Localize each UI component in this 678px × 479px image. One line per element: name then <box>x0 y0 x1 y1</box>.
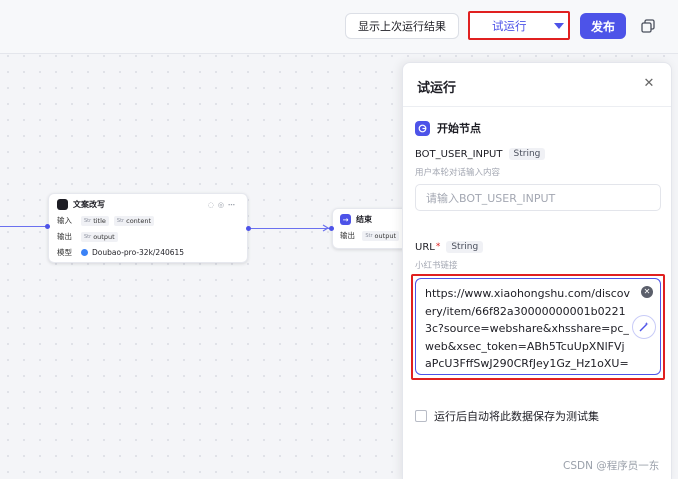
chevron-down-icon[interactable] <box>554 22 564 29</box>
edge-in <box>0 226 47 227</box>
field1-type-badge: String <box>508 148 546 160</box>
field2-name: URL <box>415 241 435 253</box>
start-node-section: 开始节点 <box>415 120 481 136</box>
end-output-label: 输出 <box>340 231 355 240</box>
rewrite-node-title: 文案改写 <box>73 200 105 209</box>
output-tag: Str output <box>81 231 118 242</box>
rewrite-output-port[interactable] <box>246 226 251 231</box>
save-testset-label: 运行后自动将此数据保存为测试集 <box>434 410 599 423</box>
trial-run-panel: 试运行 ✕ 开始节点 BOT_USER_INPUT String 用户本轮对话输… <box>402 62 672 479</box>
rewrite-model-label: 模型 <box>57 248 72 257</box>
url-value: https://www.xiaohongshu.com/discovery/it… <box>425 287 631 370</box>
input-tag-title: Str title <box>81 215 109 226</box>
model-icon <box>81 249 88 256</box>
field1-name: BOT_USER_INPUT <box>415 148 503 160</box>
tag-text: output <box>93 232 115 241</box>
field1-label: BOT_USER_INPUT String <box>415 148 546 160</box>
end-input-port[interactable] <box>329 226 334 231</box>
required-mark: * <box>435 242 441 252</box>
copy-icon[interactable] <box>636 14 660 38</box>
end-node-title: 结束 <box>356 215 372 224</box>
tag-type: Str <box>365 232 373 239</box>
watermark: CSDN @程序员一东 <box>563 460 660 472</box>
tag-type: Str <box>84 233 92 240</box>
url-textarea[interactable]: https://www.xiaohongshu.com/discovery/it… <box>415 278 661 375</box>
start-node-title: 开始节点 <box>437 122 481 135</box>
save-testset-row[interactable]: 运行后自动将此数据保存为测试集 <box>415 408 599 424</box>
tag-text: content <box>126 216 152 225</box>
end-node-icon: → <box>340 214 351 225</box>
rewrite-input-port[interactable] <box>45 224 50 229</box>
clear-icon[interactable]: ✕ <box>641 286 653 298</box>
node-actions-icon[interactable]: ◌◎⋯ <box>208 201 239 209</box>
magic-wand-icon[interactable] <box>632 315 656 339</box>
start-node-icon <box>415 120 430 136</box>
field2-label: URL * String <box>415 241 484 253</box>
close-icon[interactable]: ✕ <box>641 76 657 92</box>
panel-title: 试运行 <box>417 81 457 96</box>
edge-rewrite-end <box>250 228 330 229</box>
end-node[interactable]: → 结束 输出 Str output <box>332 208 412 249</box>
trial-run-button[interactable]: 试运行 <box>468 11 570 40</box>
end-output-tag: Str output <box>362 230 399 241</box>
bot-user-input-field[interactable]: 请输入BOT_USER_INPUT <box>415 184 661 211</box>
rewrite-node[interactable]: 文案改写 ◌◎⋯ 输入 Str title Str content 输出 Str ou… <box>48 193 248 263</box>
panel-divider <box>403 106 671 107</box>
top-toolbar: 显示上次运行结果 试运行 发布 <box>0 0 678 54</box>
rewrite-input-label: 输入 <box>57 216 72 225</box>
rewrite-model-value: Doubao-pro-32k/240615 <box>92 248 185 257</box>
tag-type: Str <box>84 217 92 224</box>
start-node-icon-svg <box>418 124 427 132</box>
tag-text: output <box>374 231 396 240</box>
save-testset-checkbox[interactable] <box>415 410 427 422</box>
node-icon <box>57 199 68 210</box>
input-tag-content: Str content <box>113 215 155 226</box>
workflow-app: 显示上次运行结果 试运行 发布 文案改写 ◌◎⋯ 输入 Str title Str… <box>0 0 678 479</box>
bot-user-input-placeholder: 请输入BOT_USER_INPUT <box>426 191 556 205</box>
tag-text: title <box>93 216 106 225</box>
show-last-result-button[interactable]: 显示上次运行结果 <box>345 13 459 39</box>
rewrite-output-label: 输出 <box>57 232 72 241</box>
publish-button[interactable]: 发布 <box>580 13 626 39</box>
field1-description: 用户本轮对话输入内容 <box>415 168 501 178</box>
tag-type: Str <box>116 217 125 224</box>
trial-run-label: 试运行 <box>492 18 527 33</box>
field2-type-badge: String <box>446 241 484 253</box>
field2-description: 小红书链接 <box>415 261 458 271</box>
magic-wand-icon-svg <box>639 322 649 332</box>
copy-icon-svg <box>641 19 655 33</box>
